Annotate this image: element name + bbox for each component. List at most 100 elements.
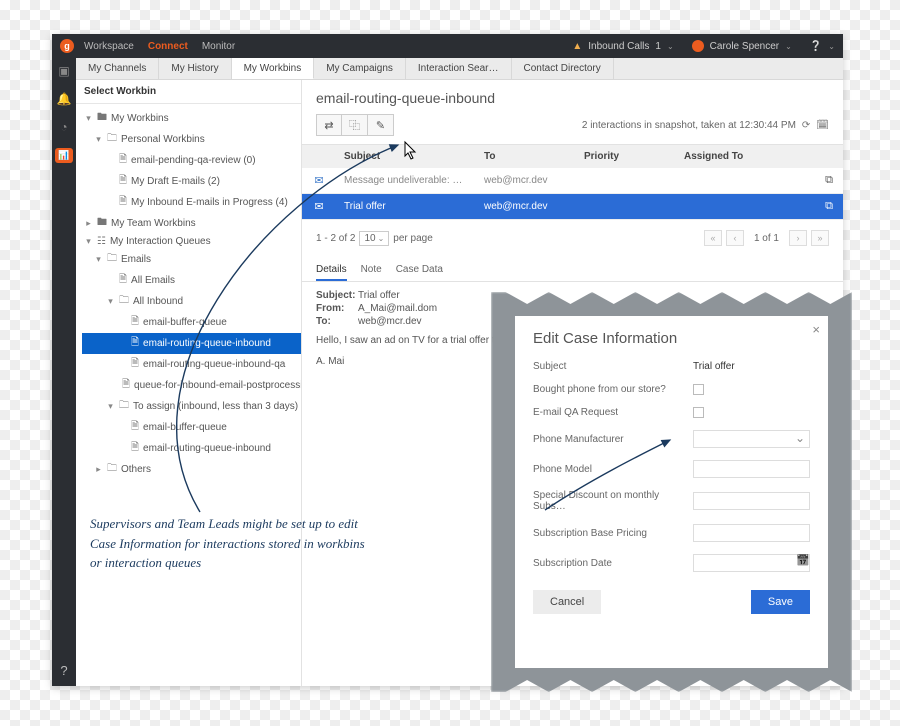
cancel-button[interactable]: Cancel xyxy=(533,590,601,614)
prev-page-button[interactable]: ‹ xyxy=(726,230,744,246)
chevron-down-icon[interactable]: ⌄ xyxy=(828,42,835,51)
edit-button[interactable]: ✎ xyxy=(368,114,394,136)
move-button[interactable]: ⇄ xyxy=(316,114,342,136)
tree-team[interactable]: ▸🖿My Team Workbins xyxy=(82,213,301,234)
bought-checkbox[interactable] xyxy=(693,384,704,395)
tree-pending-qa[interactable]: 🗎email-pending-qa-review (0) xyxy=(82,150,301,171)
avatar xyxy=(692,40,704,52)
topbar: g Workspace Connect Monitor ▲ Inbound Ca… xyxy=(52,34,843,58)
tree-buffer-2[interactable]: 🗎email-buffer-queue xyxy=(82,417,301,438)
edit-case-dialog-frame: × Edit Case Information SubjectTrial off… xyxy=(497,298,846,686)
calendar-icon[interactable]: 🗓 xyxy=(816,120,829,131)
model-input[interactable] xyxy=(693,460,810,478)
tab-my-workbins[interactable]: My Workbins xyxy=(232,58,315,79)
tab-interaction-search[interactable]: Interaction Sear… xyxy=(406,58,512,79)
tree-routing-2[interactable]: 🗎email-routing-queue-inbound xyxy=(82,438,301,459)
email-icon: ✉ xyxy=(314,201,323,213)
tree-my-workbins[interactable]: ▾🖿My Workbins xyxy=(82,108,301,129)
tab-case-data[interactable]: Case Data xyxy=(396,260,443,281)
stats-icon[interactable]: ◔ xyxy=(60,120,67,134)
last-page-button[interactable]: » xyxy=(811,230,829,246)
alert-label[interactable]: Inbound Calls xyxy=(588,41,649,52)
tree-to-assign[interactable]: ▾🗀To assign (inbound, less than 3 days) xyxy=(82,396,301,417)
tree-all-inbound[interactable]: ▾🗀All Inbound xyxy=(82,291,301,312)
tree-postprocessing[interactable]: 🗎queue-for-inbound-email-postprocessing xyxy=(82,375,301,396)
dashboard-icon[interactable]: ▣ xyxy=(58,64,69,78)
field-label: Phone Model xyxy=(533,464,693,475)
edit-case-dialog: × Edit Case Information SubjectTrial off… xyxy=(515,316,828,668)
detail-tabs: Details Note Case Data xyxy=(302,256,843,282)
tab-contact-directory[interactable]: Contact Directory xyxy=(512,58,614,79)
field-label: Subject xyxy=(533,361,693,372)
bell-icon[interactable]: 🔔 xyxy=(57,92,72,106)
discount-input[interactable] xyxy=(693,492,810,510)
top-nav: Workspace Connect Monitor xyxy=(84,41,235,52)
main-tabs: My Channels My History My Workbins My Ca… xyxy=(76,58,843,80)
dialog-title: Edit Case Information xyxy=(533,330,810,347)
tab-details[interactable]: Details xyxy=(316,260,347,281)
pager: 1 - 2 of 2 10⌄ per page « ‹ 1 of 1 › » xyxy=(302,220,843,256)
nav-connect[interactable]: Connect xyxy=(148,41,188,52)
col-assigned[interactable]: Assigned To xyxy=(676,145,815,168)
nav-monitor[interactable]: Monitor xyxy=(202,41,235,52)
queue-title: email-routing-queue-inbound xyxy=(302,80,843,114)
tab-my-channels[interactable]: My Channels xyxy=(76,58,159,79)
tab-note[interactable]: Note xyxy=(361,260,382,281)
subject-value: Trial offer xyxy=(693,361,810,372)
popout-icon[interactable]: ⧉ xyxy=(825,200,833,212)
next-page-button[interactable]: › xyxy=(789,230,807,246)
table-header: Subject To Priority Assigned To xyxy=(302,145,843,168)
col-priority[interactable]: Priority xyxy=(576,145,676,168)
interactions-table: Subject To Priority Assigned To ✉ Messag… xyxy=(302,144,843,220)
field-label: Subscription Date xyxy=(533,558,693,569)
tree-routing-inbound[interactable]: 🗎email-routing-queue-inbound xyxy=(82,333,301,354)
refresh-icon[interactable]: ⟳ xyxy=(802,120,810,131)
qa-checkbox[interactable] xyxy=(693,407,704,418)
toolbar: ⇄ ⿻ ✎ 2 interactions in snapshot, taken … xyxy=(302,114,843,144)
tree-others[interactable]: ▸🗀Others xyxy=(82,459,301,480)
chevron-down-icon[interactable]: ⌄ xyxy=(667,42,674,51)
tab-my-history[interactable]: My History xyxy=(159,58,231,79)
tree-drafts[interactable]: 🗎My Draft E-mails (2) xyxy=(82,171,301,192)
tree-all-emails[interactable]: 🗎All Emails xyxy=(82,270,301,291)
tree-queues[interactable]: ▾☷My Interaction Queues xyxy=(82,234,301,249)
help-icon[interactable]: ? xyxy=(60,663,67,678)
tree-buffer[interactable]: 🗎email-buffer-queue xyxy=(82,312,301,333)
page-indicator: 1 of 1 xyxy=(754,233,779,244)
copy-button[interactable]: ⿻ xyxy=(342,114,368,136)
topbar-right: ▲ Inbound Calls 1 ⌄ Carole Spencer ⌄ ❔ ⌄ xyxy=(572,40,835,52)
table-row[interactable]: ✉ Message undeliverable: F… web@mcr.dev … xyxy=(302,168,843,194)
close-icon[interactable]: × xyxy=(812,322,820,337)
user-name[interactable]: Carole Spencer xyxy=(710,41,779,52)
col-to[interactable]: To xyxy=(476,145,576,168)
tree-emails[interactable]: ▾🗀Emails xyxy=(82,249,301,270)
popout-icon[interactable]: ⧉ xyxy=(825,174,833,186)
date-input[interactable] xyxy=(693,554,810,572)
first-page-button[interactable]: « xyxy=(704,230,722,246)
workbin-tree: ▾🖿My Workbins ▾🗀Personal Workbins 🗎email… xyxy=(76,104,301,484)
email-icon: ✉ xyxy=(314,175,323,187)
per-page-select[interactable]: 10⌄ xyxy=(359,231,389,246)
chevron-down-icon[interactable]: ⌄ xyxy=(785,42,792,51)
tree-personal[interactable]: ▾🗀Personal Workbins xyxy=(82,129,301,150)
field-label: Bought phone from our store? xyxy=(533,384,693,395)
help-icon[interactable]: ❔ xyxy=(810,41,822,52)
col-subject[interactable]: Subject xyxy=(336,145,476,168)
field-label: E-mail QA Request xyxy=(533,407,693,418)
base-pricing-input[interactable] xyxy=(693,524,810,542)
pager-range: 1 - 2 of 2 xyxy=(316,233,355,244)
tree-routing-qa[interactable]: 🗎email-routing-queue-inbound-qa xyxy=(82,354,301,375)
sidebar-title: Select Workbin xyxy=(76,80,301,104)
tab-my-campaigns[interactable]: My Campaigns xyxy=(314,58,406,79)
chart-alert-icon[interactable]: 📊 xyxy=(55,148,72,163)
manufacturer-select[interactable] xyxy=(693,430,810,448)
tree-in-progress[interactable]: 🗎My Inbound E-mails in Progress (4) xyxy=(82,192,301,213)
nav-workspace[interactable]: Workspace xyxy=(84,41,134,52)
brand-icon: g xyxy=(60,39,74,53)
workbin-sidebar: Select Workbin ▾🖿My Workbins ▾🗀Personal … xyxy=(76,80,302,686)
alert-count: 1 xyxy=(655,41,661,52)
field-label: Special Discount on monthly Subs… xyxy=(533,490,693,512)
annotation-text: Supervisors and Team Leads might be set … xyxy=(90,514,370,573)
save-button[interactable]: Save xyxy=(751,590,810,614)
table-row-selected[interactable]: ✉ Trial offer web@mcr.dev ⧉ xyxy=(302,194,843,220)
